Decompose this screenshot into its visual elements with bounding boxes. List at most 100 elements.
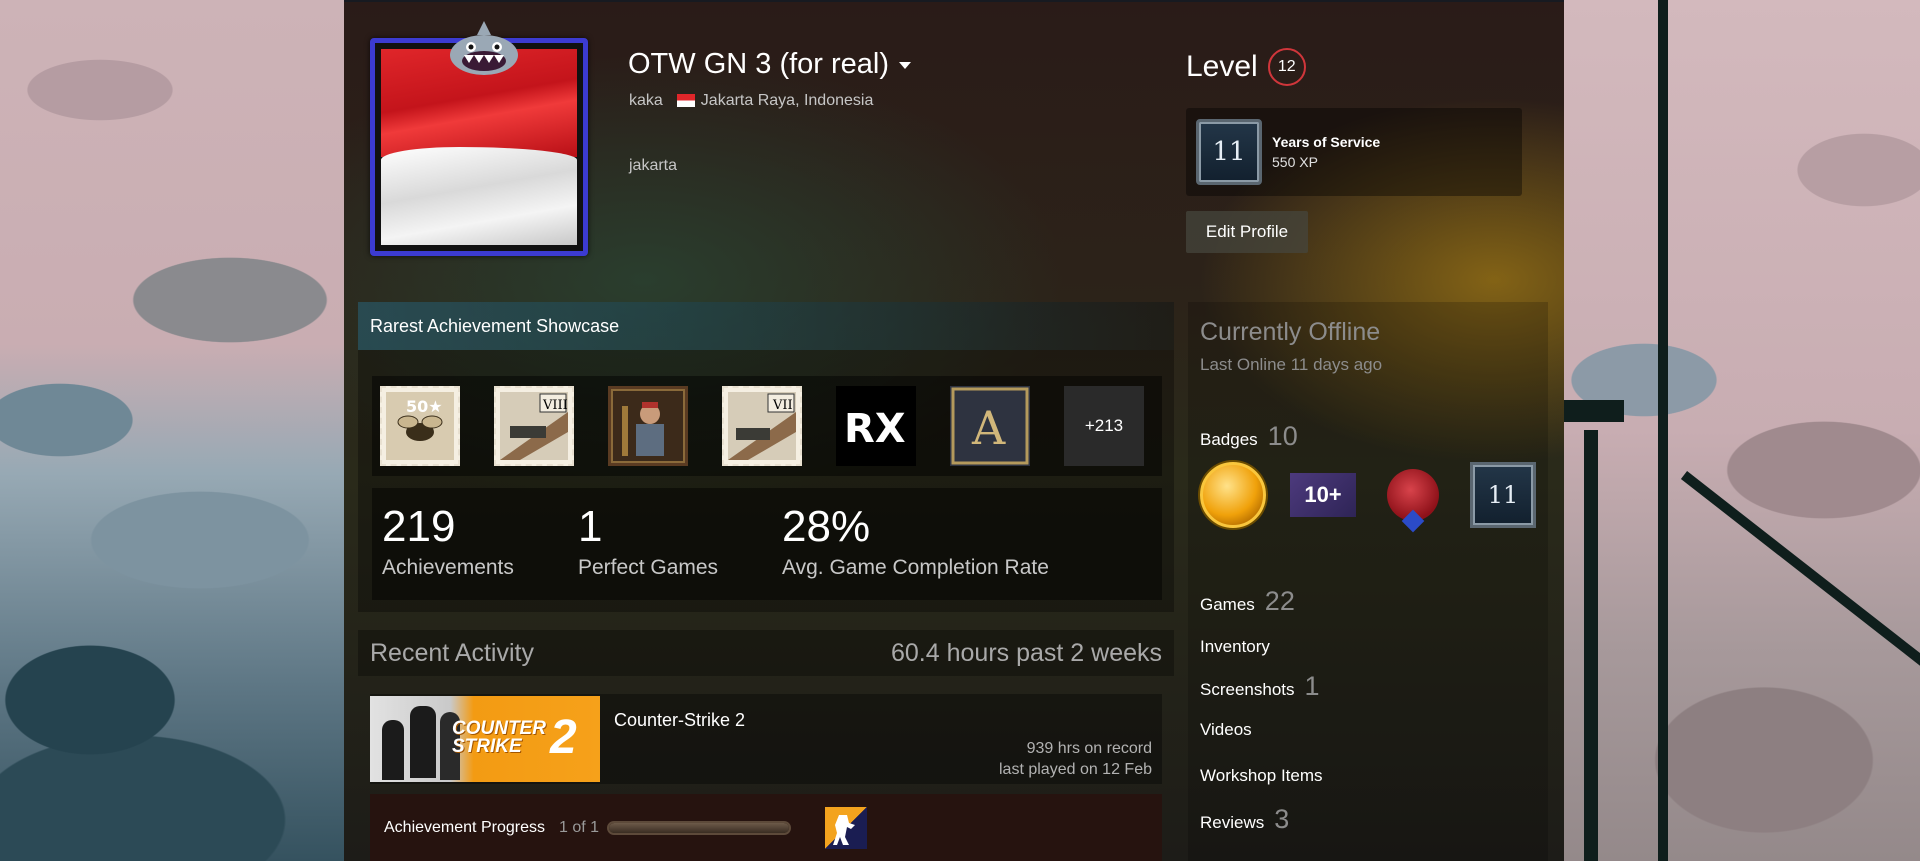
showcase-title: Rarest Achievement Showcase: [358, 302, 1174, 350]
persona-name[interactable]: OTW GN 3 (for real): [628, 48, 912, 81]
last-played: last played on 12 Feb: [999, 761, 1152, 778]
badges-count: 10: [1267, 421, 1298, 451]
stat-value: 219: [382, 502, 456, 551]
svg-text:A: A: [971, 401, 1006, 455]
badges-label[interactable]: Badges: [1200, 430, 1258, 450]
capsule-text-strike: STRIKE: [452, 736, 522, 757]
location: Jakarta Raya, Indonesia: [676, 92, 874, 110]
stat-label: Avg. Game Completion Rate: [782, 556, 1049, 579]
recent-activity-hours: 60.4 hours past 2 weeks: [891, 638, 1162, 667]
windmill-pole: [1658, 0, 1668, 861]
top-divider: [344, 0, 1564, 2]
viii-tank-stamp-icon[interactable]: VIII: [494, 386, 574, 466]
screenshots-label[interactable]: Screenshots: [1200, 680, 1295, 700]
achievement-progress[interactable]: Achievement Progress 1 of 1: [370, 794, 1162, 861]
soldier-figure: [410, 706, 436, 778]
soldier-figure: [382, 720, 404, 780]
inventory-link[interactable]: Inventory: [1200, 637, 1536, 657]
wasp-50-stamp-icon[interactable]: 50★: [380, 386, 460, 466]
persona-name-text: OTW GN 3 (for real): [628, 48, 890, 80]
chevron-down-icon[interactable]: [899, 61, 912, 69]
workshop-items-link[interactable]: Workshop Items: [1200, 766, 1536, 786]
stat-value: 28%: [782, 502, 871, 551]
achievement-progress-label: Achievement Progress: [384, 818, 545, 836]
recent-game-row: COUNTER STRIKE 2 Counter-Strike 2 939 hrs…: [370, 694, 1162, 784]
game-capsule-image[interactable]: COUNTER STRIKE 2: [370, 696, 600, 782]
achievement-progress-count: 1 of 1: [558, 818, 599, 836]
online-status: Currently Offline: [1200, 318, 1381, 346]
stat-completion-rate: 28% Avg. Game Completion Rate: [782, 502, 1049, 600]
recent-activity-header: Recent Activity 60.4 hours past 2 weeks: [358, 630, 1174, 676]
real-name: kaka: [629, 92, 663, 109]
yos-small-text: 11: [1470, 462, 1536, 528]
stat-value: 1: [578, 502, 603, 551]
featured-badge-xp: 550 XP: [1272, 154, 1318, 170]
game-name-link[interactable]: Counter-Strike 2: [614, 710, 745, 731]
svg-text:VII: VII: [772, 398, 793, 413]
ten-plus-text: 10+: [1290, 473, 1356, 517]
stat-achievements: 219 Achievements: [382, 502, 522, 600]
edit-profile-button[interactable]: Edit Profile: [1186, 211, 1308, 253]
ten-plus-icon[interactable]: 10+: [1290, 462, 1356, 528]
game-playtime: 939 hrs on record last played on 12 Feb: [999, 738, 1152, 780]
achievement-icons-row: 50★ VIII VII RX A +213: [372, 376, 1162, 476]
flag-white-stripe: [381, 147, 577, 245]
shark-avatar-frame-icon: [450, 21, 518, 75]
profile-panel: OTW GN 3 (for real) kaka Jakarta Raya, I…: [344, 0, 1564, 861]
reviews-link[interactable]: Reviews 3: [1200, 804, 1536, 835]
games-label[interactable]: Games: [1200, 595, 1255, 615]
achievement-progress-bar: [607, 820, 791, 835]
location-text: Jakarta Raya, Indonesia: [700, 92, 874, 109]
avatar-flag-image: [381, 49, 577, 245]
wax-seal-icon[interactable]: [1380, 462, 1446, 533]
stat-label: Perfect Games: [578, 556, 719, 579]
reviews-count: 3: [1274, 804, 1290, 834]
games-count: 22: [1264, 586, 1295, 616]
recent-activity-title[interactable]: Recent Activity: [370, 639, 534, 668]
windmill-blade: [1680, 471, 1920, 683]
windmill-hub: [1564, 400, 1624, 422]
avatar[interactable]: [370, 21, 588, 256]
background-right: [1564, 0, 1920, 861]
videos-link[interactable]: Videos: [1200, 720, 1536, 740]
stat-perfect-games: 1 Perfect Games: [578, 502, 726, 600]
knight-portrait-icon[interactable]: [608, 386, 688, 466]
stat-label: Achievements: [382, 556, 514, 579]
profile-summary: jakarta: [629, 157, 678, 174]
capsule-logo-text: COUNTER STRIKE: [452, 719, 546, 757]
real-name-location: kaka Jakarta Raya, Indonesia: [629, 92, 873, 110]
featured-badge-title: Years of Service: [1272, 134, 1381, 150]
progress-fill: [609, 822, 789, 833]
screenshots-count: 1: [1304, 671, 1320, 701]
rx-logo-icon[interactable]: RX: [836, 386, 916, 466]
indonesia-flag-icon: [676, 94, 695, 108]
years-of-service-icon[interactable]: 11: [1470, 462, 1536, 528]
coin-shape: [1200, 462, 1266, 528]
badges-section[interactable]: Badges 10: [1200, 421, 1536, 452]
cs2-achievement-icon[interactable]: [825, 806, 867, 849]
profile-sidebar: Currently Offline Last Online 11 days ag…: [1188, 302, 1548, 861]
svg-text:RX: RX: [844, 406, 906, 452]
reviews-label[interactable]: Reviews: [1200, 813, 1264, 833]
hours-on-record: 939 hrs on record: [1026, 740, 1152, 757]
vii-tank-stamp-icon[interactable]: VII: [722, 386, 802, 466]
level-label: Level: [1186, 50, 1258, 83]
achievement-stats: 219 Achievements 1 Perfect Games 28% Avg…: [372, 488, 1162, 600]
last-online: Last Online 11 days ago: [1200, 355, 1383, 374]
background-left: [0, 0, 344, 861]
windmill-pole-left: [1584, 430, 1598, 861]
screenshots-link[interactable]: Screenshots 1: [1200, 671, 1536, 702]
badges-row: 10+ 11: [1200, 462, 1536, 533]
rarest-achievement-showcase: Rarest Achievement Showcase 50★ VIII VII…: [358, 302, 1174, 612]
level-display: Level 12: [1186, 48, 1306, 86]
level-number[interactable]: 12: [1267, 48, 1306, 86]
featured-badge[interactable]: 11 Years of Service 550 XP: [1186, 108, 1522, 196]
gold-coin-icon[interactable]: [1200, 462, 1266, 528]
years-of-service-icon: 11: [1196, 119, 1262, 185]
more-achievements-button[interactable]: +213: [1064, 386, 1144, 466]
svg-text:VIII: VIII: [542, 398, 568, 413]
capsule-text-two: 2: [550, 711, 577, 764]
seal-ribbon: [1401, 509, 1425, 533]
ornate-a-icon[interactable]: A: [950, 386, 1030, 466]
games-link[interactable]: Games 22: [1200, 586, 1536, 617]
